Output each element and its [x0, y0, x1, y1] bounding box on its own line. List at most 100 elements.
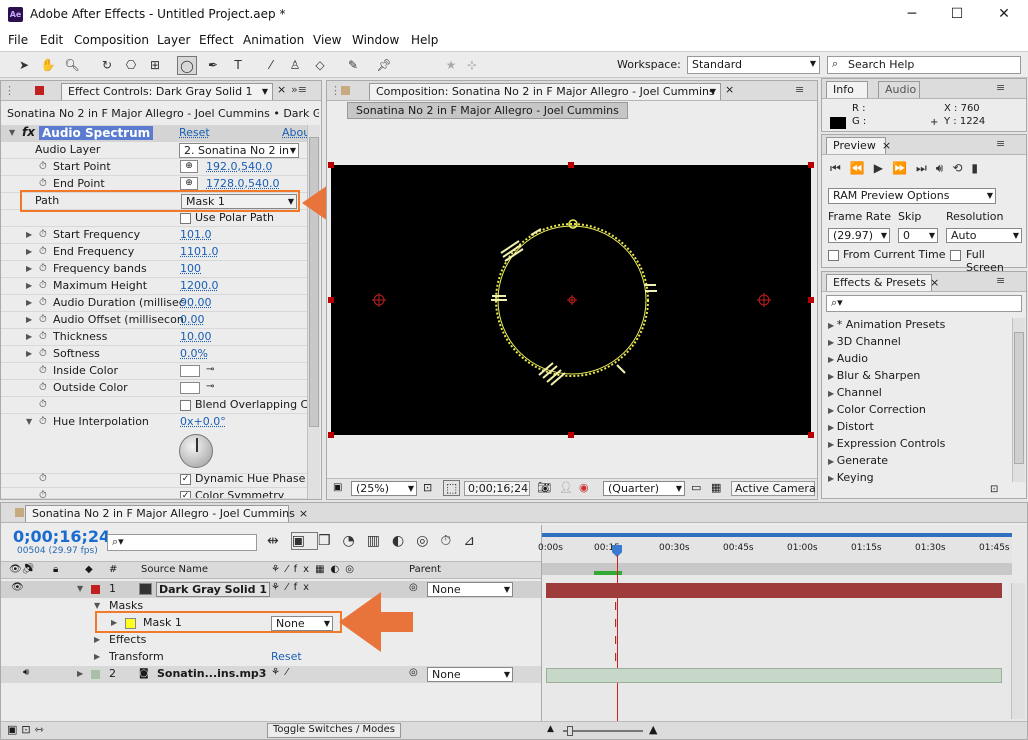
- workspace-select[interactable]: Standard ▼: [687, 56, 820, 74]
- audio-layer-select[interactable]: 2. Sonatina No 2 in ▼: [179, 143, 299, 158]
- ellipse-tool-icon[interactable]: ◯: [177, 56, 197, 75]
- point-crosshair-icon[interactable]: ⊕: [180, 160, 198, 173]
- motion-blur-icon[interactable]: ◐: [392, 533, 416, 549]
- search-help-input[interactable]: ⌕ Search Help: [827, 56, 1021, 74]
- menu-window[interactable]: Window: [352, 33, 399, 47]
- menu-view[interactable]: View: [313, 33, 341, 47]
- outside-color-swatch[interactable]: [180, 382, 200, 394]
- ram-preview-options-select[interactable]: RAM Preview Options ▼: [828, 188, 996, 204]
- layer-label-color[interactable]: [91, 585, 100, 594]
- effects-category[interactable]: ▶ Color Correction: [828, 403, 926, 416]
- timeline-scrollbar[interactable]: [1011, 583, 1025, 719]
- from-current-time-checkbox[interactable]: [828, 250, 839, 261]
- effects-category[interactable]: ▶ * Animation Presets: [828, 318, 945, 331]
- layer-2-switches[interactable]: ⚘⁄: [271, 667, 294, 678]
- panel-menu-icon[interactable]: »≡: [291, 83, 307, 96]
- comp-mini-flowchart-icon[interactable]: ⇹: [267, 533, 291, 549]
- first-frame-icon[interactable]: ⏮: [830, 161, 850, 175]
- layer-corner-handle[interactable]: [808, 432, 814, 438]
- timeline-graph-area[interactable]: 0:00s 00:15 00:30s 00:45s 01:00s 01:15s …: [538, 525, 1027, 721]
- stopwatch-icon[interactable]: ⏱: [39, 365, 47, 376]
- menu-composition[interactable]: Composition: [74, 33, 149, 47]
- transform-group-row[interactable]: ▶ Transform Reset: [1, 649, 541, 666]
- zoom-out-icon[interactable]: ▲: [547, 724, 554, 734]
- mask-visibility-icon[interactable]: ⬚: [443, 480, 461, 496]
- pen-tool-icon[interactable]: ✒: [203, 56, 223, 75]
- expand-triangle-icon[interactable]: ▶: [26, 332, 32, 341]
- menu-effect[interactable]: Effect: [199, 33, 234, 47]
- tab-effect-controls[interactable]: Effect Controls: Dark Gray Solid 1 ▼: [61, 83, 273, 100]
- stopwatch-icon[interactable]: ⏱: [39, 473, 47, 484]
- expand-triangle-icon[interactable]: ▶: [26, 264, 32, 273]
- close-tab-icon[interactable]: ×: [277, 83, 286, 96]
- toggle-switches-modes-button[interactable]: Toggle Switches / Modes: [267, 723, 401, 738]
- current-time-display[interactable]: 0;00;16;24: [464, 481, 530, 496]
- 3d-draft-icon[interactable]: ❒: [318, 533, 343, 549]
- start-point-value[interactable]: 192.0,540.0: [206, 160, 272, 173]
- color-symmetry-checkbox[interactable]: ✓: [180, 491, 191, 498]
- channel-rgb-icon[interactable]: ◉: [579, 481, 589, 494]
- brainstorm-icon[interactable]: ◎: [416, 533, 440, 549]
- panel-menu-icon[interactable]: ≡: [996, 137, 1005, 150]
- panel-menu-icon[interactable]: ≡: [996, 81, 1005, 94]
- eraser-tool-icon[interactable]: ◇: [310, 56, 330, 75]
- expand-triangle-icon[interactable]: ▶: [94, 652, 100, 661]
- layer-1-name[interactable]: Dark Gray Solid 1: [156, 582, 271, 597]
- stopwatch-icon[interactable]: ⏱: [39, 178, 47, 189]
- effect-reset-link[interactable]: Reset: [179, 126, 210, 139]
- minimize-button[interactable]: ─: [901, 4, 923, 24]
- layer-row-1[interactable]: 👁︎ ▼ 1 Dark Gray Solid 1 ⚘⁄fx ◎ None ▼: [1, 581, 541, 598]
- effects-category[interactable]: ▶ Generate: [828, 454, 888, 467]
- pan-behind-tool-icon[interactable]: ⊞: [145, 56, 165, 75]
- selection-tool-icon[interactable]: ➤: [14, 56, 34, 75]
- thickness-value[interactable]: 10.00: [180, 330, 212, 343]
- expand-triangle-icon[interactable]: ▶: [26, 230, 32, 239]
- effects-search-input[interactable]: ⌕▾: [826, 295, 1022, 312]
- use-polar-path-checkbox[interactable]: [180, 213, 191, 224]
- maximize-button[interactable]: ☐: [946, 4, 968, 24]
- eyedropper-icon[interactable]: ⊸: [206, 364, 214, 375]
- layer-label-color[interactable]: [91, 670, 100, 679]
- close-tab-icon[interactable]: ×: [930, 276, 939, 289]
- effects-category[interactable]: ▶ Audio: [828, 352, 868, 365]
- fx-icon[interactable]: fx: [22, 125, 35, 139]
- end-point-value[interactable]: 1728.0,540.0: [206, 177, 279, 190]
- effects-category[interactable]: ▶ Keying: [828, 471, 874, 484]
- zoom-tool-icon[interactable]: 🔍︎: [62, 56, 82, 75]
- composition-subtab[interactable]: Sonatina No 2 in F Major Allegro - Joel …: [347, 102, 628, 119]
- full-screen-checkbox[interactable]: [950, 250, 961, 261]
- tab-composition[interactable]: Composition: Sonatina No 2 in F Major Al…: [369, 83, 721, 100]
- menu-file[interactable]: File: [8, 33, 28, 47]
- expand-triangle-icon[interactable]: ▶: [26, 247, 32, 256]
- blend-overlapping-checkbox[interactable]: [180, 400, 191, 411]
- resolution-select[interactable]: (Quarter) ▼: [603, 481, 685, 496]
- effects-category[interactable]: ▶ Distort: [828, 420, 874, 433]
- collapse-triangle-icon[interactable]: ▼: [77, 584, 83, 593]
- expand-triangle-icon[interactable]: ▶: [77, 669, 83, 678]
- stopwatch-icon[interactable]: ⏱: [39, 280, 47, 291]
- menu-edit[interactable]: Edit: [40, 33, 63, 47]
- layer-1-switches[interactable]: ⚘⁄fx: [271, 582, 315, 593]
- audio-duration-value[interactable]: 90.00: [180, 296, 212, 309]
- audio-offset-value[interactable]: 0.00: [180, 313, 205, 326]
- maximum-height-value[interactable]: 1200.0: [180, 279, 219, 292]
- layer-edge-handle[interactable]: [568, 162, 574, 168]
- end-frequency-value[interactable]: 1101.0: [180, 245, 219, 258]
- menu-layer[interactable]: Layer: [157, 33, 190, 47]
- expand-triangle-icon[interactable]: ▶: [26, 298, 32, 307]
- menu-animation[interactable]: Animation: [243, 33, 304, 47]
- stopwatch-icon[interactable]: ⏱: [39, 382, 47, 393]
- stopwatch-icon[interactable]: ⏱: [39, 297, 47, 308]
- stopwatch-icon[interactable]: ⏱: [39, 416, 47, 427]
- composition-canvas[interactable]: [331, 165, 811, 435]
- tab-effects-presets[interactable]: Effects & Presets ×: [826, 274, 939, 291]
- graph-editor-icon[interactable]: ⊿: [463, 533, 487, 549]
- new-folder-icon[interactable]: ⊡: [990, 484, 998, 495]
- effects-scrollbar[interactable]: [1012, 318, 1025, 482]
- point-crosshair-icon[interactable]: ⊕: [180, 177, 198, 190]
- roto-brush-tool-icon[interactable]: ✎: [343, 56, 363, 75]
- expand-triangle-icon[interactable]: ▶: [26, 315, 32, 324]
- softness-value[interactable]: 0.0%: [180, 347, 208, 360]
- stopwatch-icon[interactable]: ⏱: [39, 314, 47, 325]
- hue-interpolation-value[interactable]: 0x+0.0°: [180, 415, 226, 428]
